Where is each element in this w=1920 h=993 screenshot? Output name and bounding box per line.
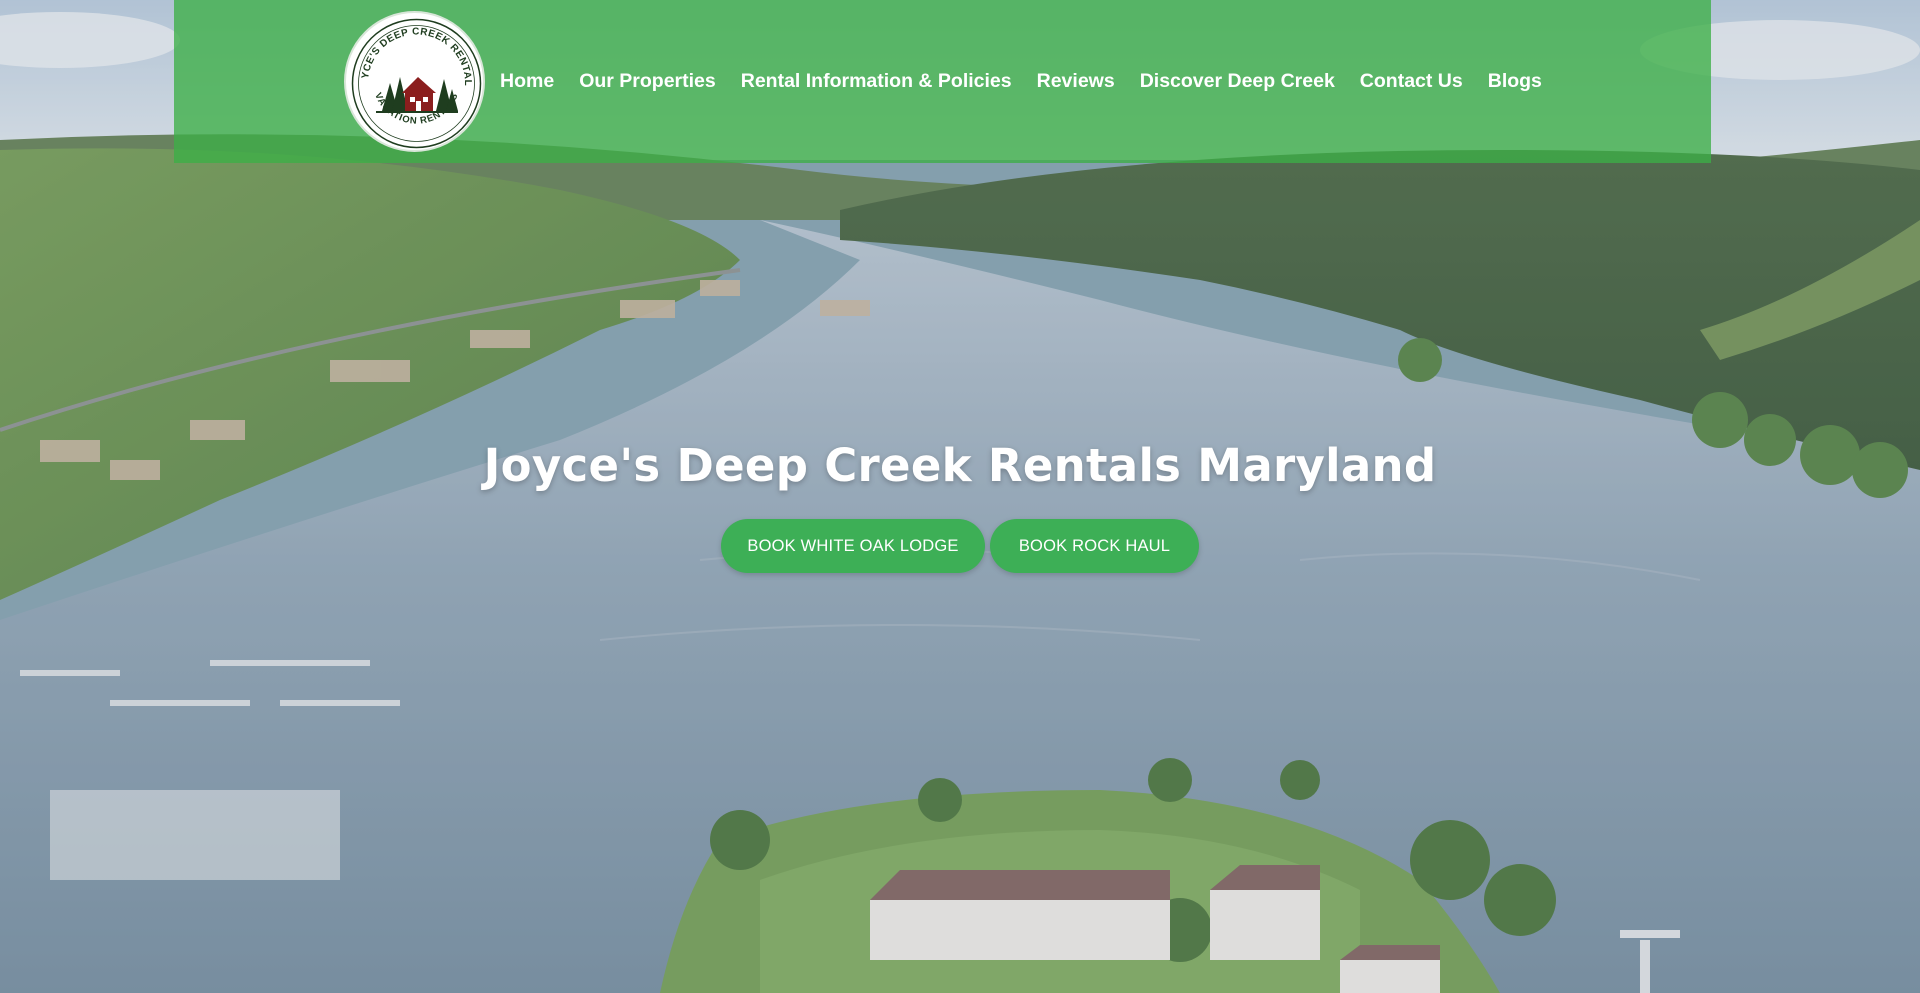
site-logo[interactable]: JOYCE'S DEEP CREEK RENTALS VACATION RENT… [344,11,485,152]
site-header: JOYCE'S DEEP CREEK RENTALS VACATION RENT… [174,0,1711,163]
book-rock-haul-button[interactable]: BOOK ROCK HAUL [990,519,1199,573]
main-nav: Home Our Properties Rental Information &… [500,66,1567,96]
hero-title: Joyce's Deep Creek Rentals Maryland [483,439,1437,492]
svg-text:JOYCE'S DEEP CREEK RENTALS: JOYCE'S DEEP CREEK RENTALS [346,13,473,86]
nav-rental-information-policies[interactable]: Rental Information & Policies [741,66,1012,96]
nav-blogs[interactable]: Blogs [1488,66,1542,96]
book-white-oak-lodge-button[interactable]: BOOK WHITE OAK LODGE [721,519,985,573]
nav-discover-deep-creek[interactable]: Discover Deep Creek [1140,66,1335,96]
cabin-logo-icon: JOYCE'S DEEP CREEK RENTALS VACATION RENT… [346,13,482,149]
logo-top-text: JOYCE'S DEEP CREEK RENTALS [346,13,473,86]
nav-our-properties[interactable]: Our Properties [579,66,716,96]
nav-reviews[interactable]: Reviews [1037,66,1115,96]
nav-contact-us[interactable]: Contact Us [1360,66,1463,96]
nav-home[interactable]: Home [500,66,554,96]
